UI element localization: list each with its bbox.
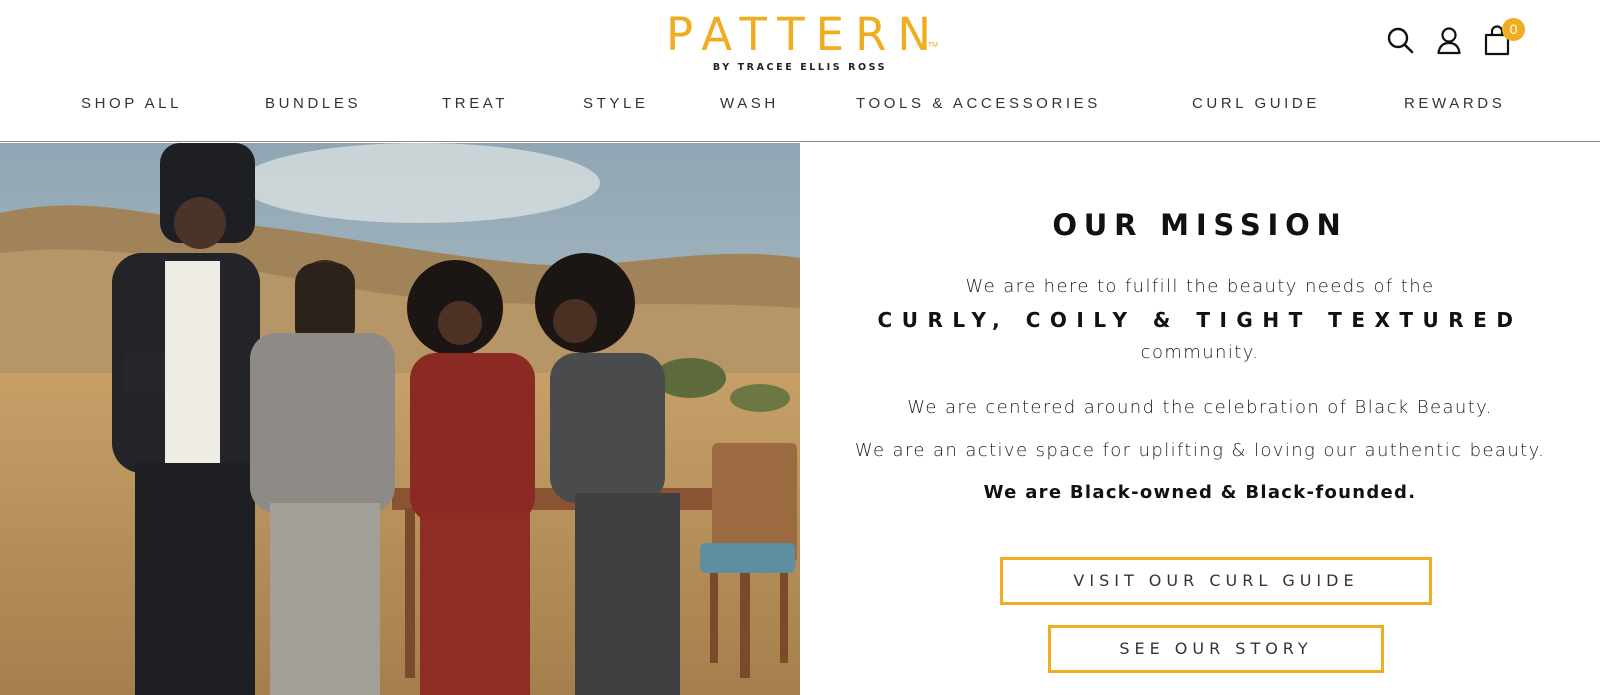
main-nav: SHOP ALL BUNDLES TREAT STYLE WASH TOOLS … (0, 95, 1600, 119)
visit-curl-guide-button[interactable]: VISIT OUR CURL GUIDE (1000, 557, 1432, 605)
account-icon[interactable] (1433, 22, 1465, 58)
mission-line-centered: We are centered around the celebration o… (907, 397, 1493, 418)
brand-logo[interactable]: PATTERN TM BY TRACEE ELLIS ROSS (640, 10, 960, 74)
mission-emphasis: CURLY, COILY & TIGHT TEXTURED (877, 308, 1523, 332)
site-header: PATTERN TM BY TRACEE ELLIS ROSS 0 SHOP A… (0, 0, 1600, 142)
mission-intro: We are here to fulfill the beauty needs … (965, 276, 1435, 297)
nav-item-wash[interactable]: WASH (720, 95, 779, 112)
brand-trademark: TM (927, 42, 938, 49)
nav-item-style[interactable]: STYLE (583, 95, 649, 112)
nav-item-shop-all[interactable]: SHOP ALL (81, 95, 182, 112)
nav-item-curl-guide[interactable]: CURL GUIDE (1192, 95, 1320, 112)
nav-item-rewards[interactable]: REWARDS (1404, 95, 1505, 112)
mission-community: community. (1140, 342, 1260, 363)
nav-item-bundles[interactable]: BUNDLES (265, 95, 361, 112)
search-icon[interactable] (1385, 22, 1417, 58)
see-our-story-button[interactable]: SEE OUR STORY (1048, 625, 1384, 673)
header-icons: 0 (1385, 18, 1525, 62)
nav-item-tools-accessories[interactable]: TOOLS & ACCESSORIES (856, 95, 1101, 112)
hero-family-photo (0, 143, 800, 695)
mission-section: OUR MISSION We are here to fulfill the b… (800, 143, 1600, 695)
mission-line-owned: We are Black-owned & Black-founded. (983, 482, 1417, 503)
mission-line-space: We are an active space for uplifting & l… (854, 440, 1546, 461)
nav-item-treat[interactable]: TREAT (442, 95, 508, 112)
cart-count-badge[interactable]: 0 (1502, 18, 1525, 41)
mission-title: OUR MISSION (1052, 208, 1348, 242)
brand-tagline: BY TRACEE ELLIS ROSS (712, 62, 888, 73)
brand-logo-wordmark: PATTERN (665, 8, 943, 61)
